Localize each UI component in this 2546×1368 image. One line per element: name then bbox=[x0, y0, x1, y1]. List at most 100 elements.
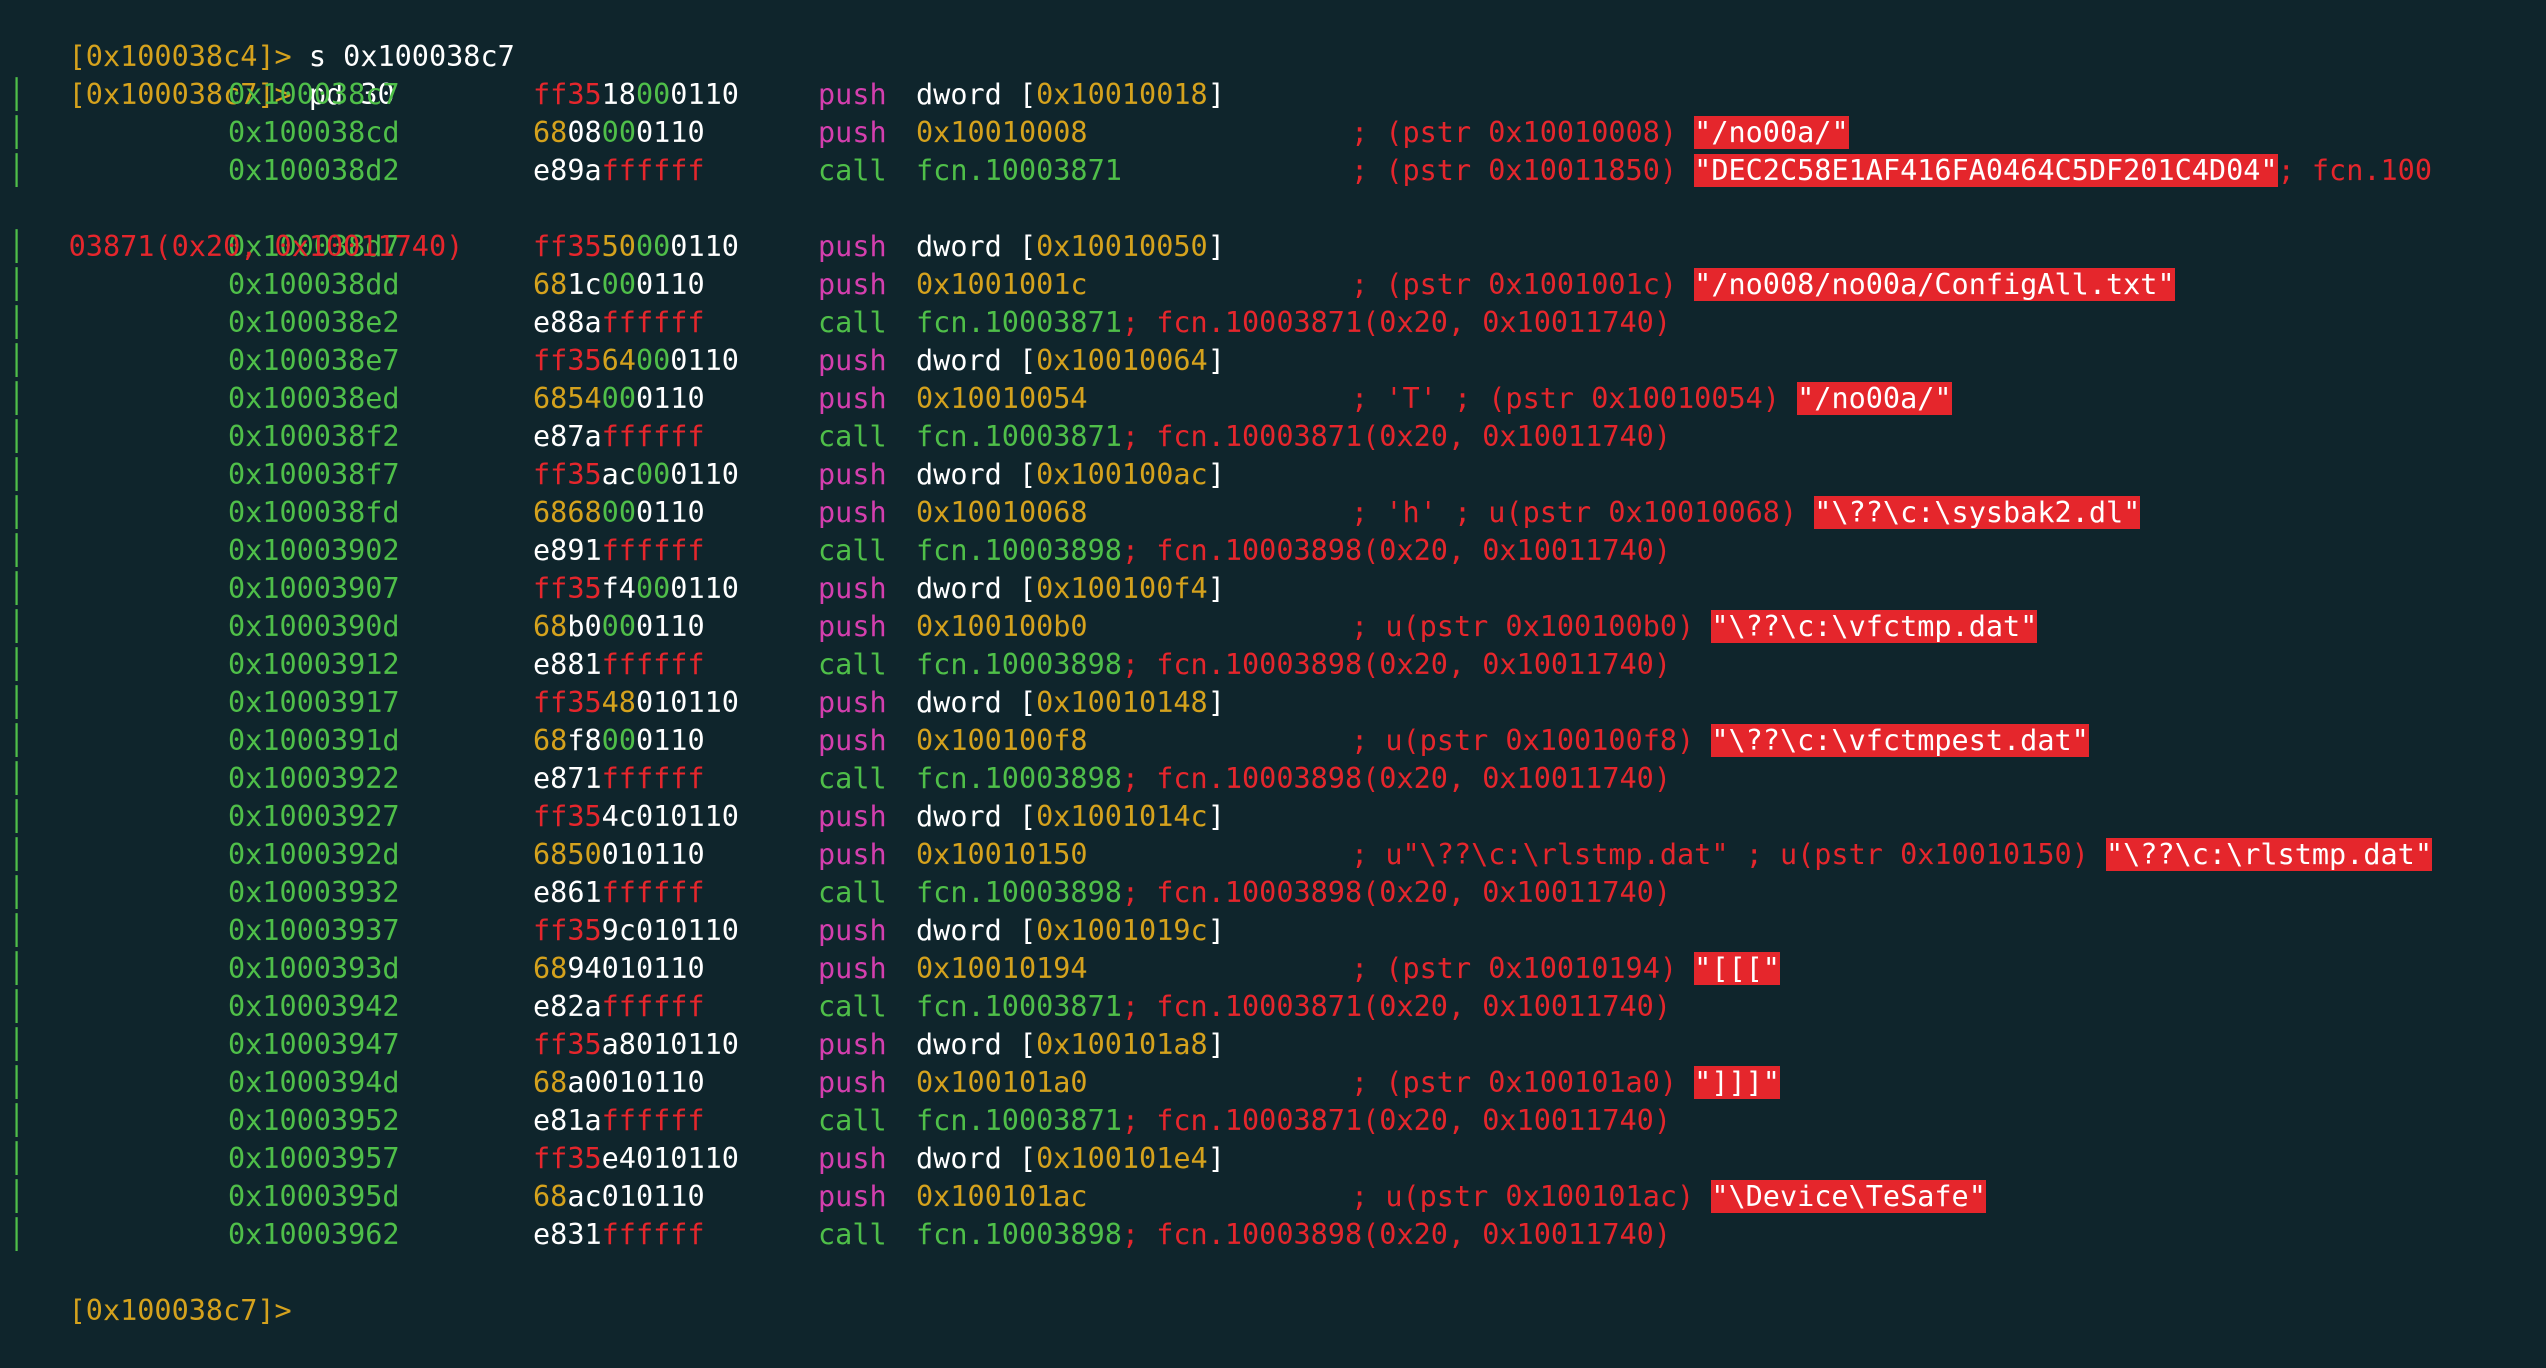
opcode-bytes: 68f8000110 bbox=[533, 722, 705, 760]
opcode-bytes: 6868000110 bbox=[533, 494, 705, 532]
operand-part: ] bbox=[1207, 78, 1225, 111]
operand-part: 0x100101ac bbox=[916, 1180, 1088, 1213]
opcode-byte-group: 00 bbox=[635, 458, 671, 491]
operands: dword [0x10010148] bbox=[916, 684, 1225, 722]
opcode-byte-group: 0110 bbox=[635, 724, 705, 757]
mnemonic: call bbox=[818, 306, 887, 339]
opcode-byte-group: 010110 bbox=[635, 1142, 739, 1175]
instruction-address: 0x1000395d bbox=[228, 1180, 400, 1213]
instruction-address: 0x1000390d bbox=[228, 610, 400, 643]
mnemonic: call bbox=[818, 534, 887, 567]
instruction-address: 0x10003922 bbox=[228, 762, 400, 795]
flow-bar: │ bbox=[8, 78, 26, 111]
operand-part: 0x10010150 bbox=[916, 838, 1088, 871]
operand-part: 0x10010068 bbox=[916, 496, 1088, 529]
comment: ; (pstr 0x100101a0) "]]]" bbox=[1351, 1064, 1780, 1102]
opcode-byte-group: 0110 bbox=[670, 458, 739, 491]
opcode-byte-group: ff35 bbox=[533, 800, 602, 833]
opcode-bytes: ff3548010110 bbox=[533, 684, 739, 722]
terminal-window[interactable]: [0x100038c4]> s 0x100038c7 [0x100038c7]>… bbox=[0, 0, 2546, 1327]
instruction-address: 0x100038f7 bbox=[228, 458, 400, 491]
opcode-byte-group: ffffff bbox=[601, 306, 705, 339]
operand-part: ; fcn.10003871(0x20, 0x10011740) bbox=[1121, 306, 1671, 339]
instruction-address: 0x100038cd bbox=[228, 116, 400, 149]
opcode-byte-group: 010110 bbox=[635, 800, 739, 833]
command-line: [0x100038c4]> s 0x100038c7 bbox=[0, 0, 515, 73]
opcode-bytes: e891ffffff bbox=[533, 532, 705, 570]
operands: dword [0x100100ac] bbox=[916, 456, 1225, 494]
instruction-address: 0x10003912 bbox=[228, 648, 400, 681]
instruction-address: 0x100038e7 bbox=[228, 344, 400, 377]
mnemonic: call bbox=[818, 154, 887, 187]
opcode-byte-group: 00 bbox=[601, 116, 636, 149]
operand-part: ] bbox=[1207, 1142, 1225, 1175]
flow-bar: │ bbox=[8, 914, 26, 947]
opcode-bytes: ff3564000110 bbox=[533, 342, 739, 380]
opcode-byte-group: e4 bbox=[601, 1142, 636, 1175]
operands: dword [0x10010050] bbox=[916, 228, 1225, 266]
operand-part: 0x100101e4 bbox=[1036, 1142, 1208, 1175]
operands: 0x100101ac bbox=[916, 1178, 1088, 1216]
flow-bar: │ bbox=[8, 420, 26, 453]
comment: ; u(pstr 0x100100f8) "\??\c:\vfctmpest.d… bbox=[1351, 722, 2089, 760]
opcode-byte-group: ffffff bbox=[601, 990, 705, 1023]
operand-part: ; fcn.10003898(0x20, 0x10011740) bbox=[1121, 762, 1671, 795]
opcode-byte-group: 9c bbox=[601, 914, 636, 947]
operands: fcn.10003871; fcn.10003871(0x20, 0x10011… bbox=[916, 988, 1671, 1026]
operand-part: dword [ bbox=[916, 230, 1037, 263]
opcode-byte-group: a0 bbox=[567, 1066, 602, 1099]
operand-part: dword [ bbox=[916, 458, 1037, 491]
operand-part: dword [ bbox=[916, 686, 1037, 719]
operand-part: fcn.10003871 bbox=[916, 306, 1122, 339]
operand-part: 0x100100f8 bbox=[916, 724, 1088, 757]
operand-part: ; fcn.10003898(0x20, 0x10011740) bbox=[1121, 1218, 1671, 1251]
string-literal: "\Device\TeSafe" bbox=[1711, 1180, 1986, 1213]
operand-part: fcn.10003898 bbox=[916, 648, 1122, 681]
instruction-address: 0x100038dd bbox=[228, 268, 400, 301]
operand-part: 0x1001014c bbox=[1036, 800, 1208, 833]
comment: ; (pstr 0x10011850) "DEC2C58E1AF416FA046… bbox=[1351, 152, 2432, 190]
opcode-byte-group: 68 bbox=[533, 268, 568, 301]
mnemonic: call bbox=[818, 648, 887, 681]
operands: fcn.10003871; fcn.10003871(0x20, 0x10011… bbox=[916, 304, 1671, 342]
opcode-bytes: ff3518000110 bbox=[533, 76, 739, 114]
string-literal: "\??\c:\sysbak2.dl" bbox=[1814, 496, 2141, 529]
string-literal: "/no00a/" bbox=[1694, 116, 1849, 149]
flow-bar: │ bbox=[8, 838, 26, 871]
instruction-address: 0x100038ed bbox=[228, 382, 400, 415]
opcode-byte-group: ff35 bbox=[533, 344, 602, 377]
comment-text: ; 'T' ; (pstr 0x10010054) bbox=[1351, 382, 1798, 415]
operand-part: fcn.10003898 bbox=[916, 876, 1122, 909]
operands: dword [0x1001014c] bbox=[916, 798, 1225, 836]
opcode-byte-group: 00 bbox=[635, 344, 671, 377]
opcode-byte-group: e89a bbox=[533, 154, 602, 187]
string-literal: "\??\c:\vfctmpest.dat" bbox=[1711, 724, 2089, 757]
opcode-byte-group: ffffff bbox=[601, 648, 705, 681]
comment-text: ; u"\??\c:\rlstmp.dat" ; u(pstr 0x100101… bbox=[1351, 838, 2106, 871]
comment-text: ; (pstr 0x10010194) bbox=[1351, 952, 1695, 985]
opcode-bytes: 6808000110 bbox=[533, 114, 705, 152]
instruction-address: 0x10003957 bbox=[228, 1142, 400, 1175]
opcode-byte-group: 00 bbox=[601, 496, 636, 529]
prompt: [0x100038c7]> bbox=[68, 1294, 292, 1327]
operand-part: ; fcn.10003871(0x20, 0x10011740) bbox=[1121, 1104, 1671, 1137]
opcode-bytes: 681c000110 bbox=[533, 266, 705, 304]
opcode-byte-group: e891 bbox=[533, 534, 602, 567]
flow-bar: │ bbox=[8, 496, 26, 529]
opcode-byte-group: 1c bbox=[567, 268, 602, 301]
opcode-byte-group: 08 bbox=[567, 116, 602, 149]
mnemonic: call bbox=[818, 420, 887, 453]
opcode-byte-group: 010110 bbox=[635, 1028, 739, 1061]
command-line[interactable]: [0x100038c7]> bbox=[0, 1254, 292, 1327]
operand-part: ] bbox=[1207, 344, 1225, 377]
flow-bar: │ bbox=[8, 952, 26, 985]
opcode-byte-group: ffffff bbox=[601, 154, 705, 187]
operand-part: ; fcn.10003871(0x20, 0x10011740) bbox=[1121, 420, 1671, 453]
opcode-byte-group: 48 bbox=[601, 686, 636, 719]
instruction-address: 0x10003942 bbox=[228, 990, 400, 1023]
opcode-byte-group: 68 bbox=[533, 1180, 568, 1213]
operand-part: dword [ bbox=[916, 572, 1037, 605]
opcode-byte-group: 0110 bbox=[670, 230, 739, 263]
opcode-byte-group: ff35 bbox=[533, 230, 602, 263]
operands: 0x10010194 bbox=[916, 950, 1088, 988]
